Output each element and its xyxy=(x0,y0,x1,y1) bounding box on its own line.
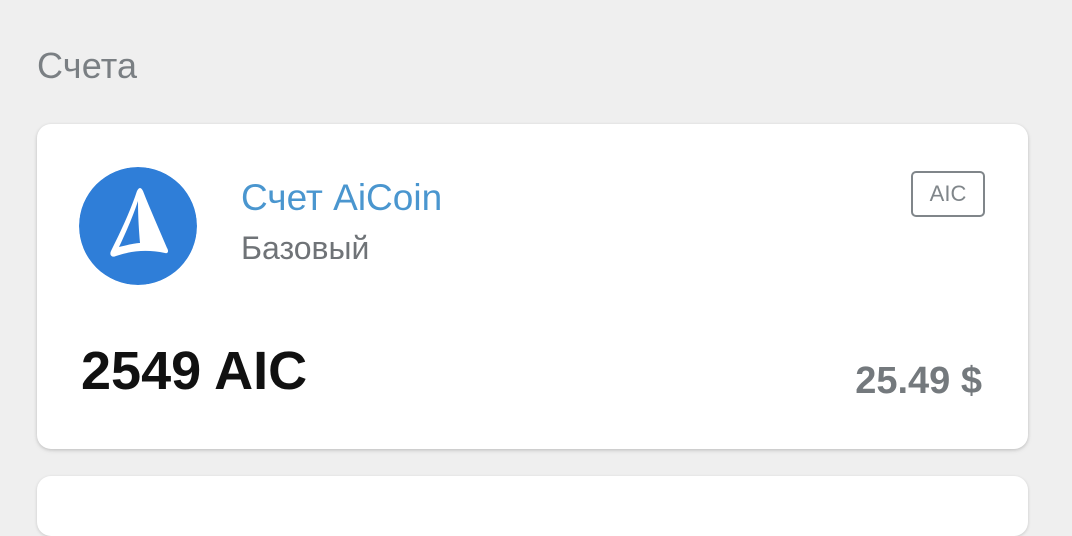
next-account-card[interactable] xyxy=(37,476,1028,536)
account-name: Счет AiCoin xyxy=(241,177,443,218)
account-type: Базовый xyxy=(241,230,370,266)
account-balance: 2549 AIC xyxy=(81,341,308,401)
accounts-section-title: Счета xyxy=(37,45,138,86)
aicoin-logo-icon xyxy=(79,167,197,285)
currency-badge: AIC xyxy=(911,171,985,217)
account-card-aicoin[interactable]: Счет AiCoin Базовый AIC 2549 AIC 25.49 $ xyxy=(37,124,1028,449)
fiat-value: 25.49 $ xyxy=(855,360,982,402)
